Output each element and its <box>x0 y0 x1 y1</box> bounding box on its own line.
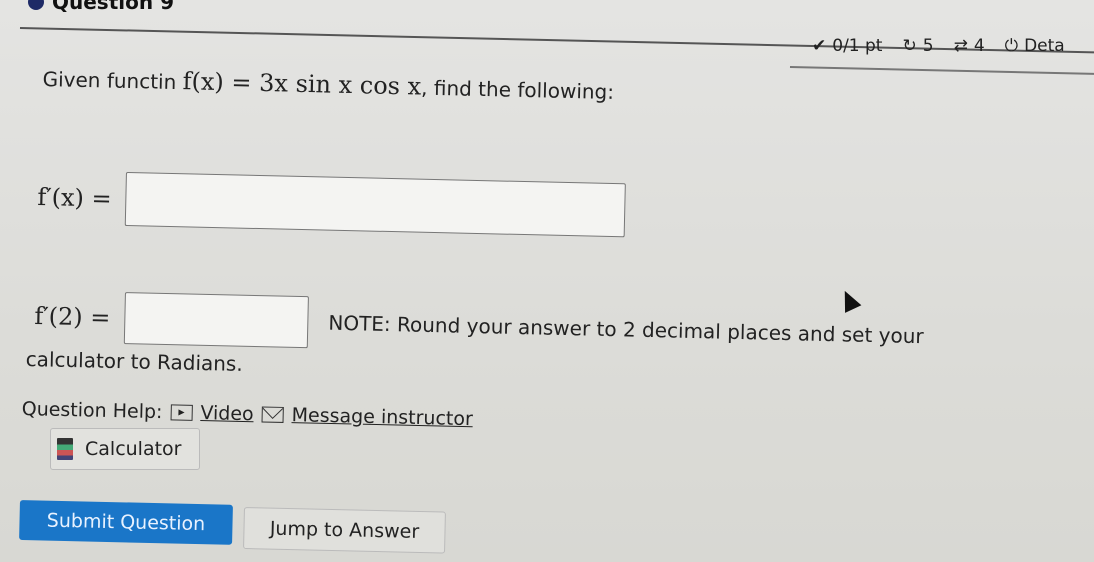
message-instructor-link[interactable]: Message instructor <box>291 404 473 430</box>
prompt-text-before: Given functin <box>42 66 177 95</box>
submit-question-button[interactable]: Submit Question <box>19 500 233 545</box>
score-text: 0/1 pt <box>832 36 883 56</box>
video-link[interactable]: Video <box>200 402 254 425</box>
derivative-answer-input[interactable] <box>125 172 627 238</box>
question-status-dot-icon <box>28 0 44 10</box>
question-help: Question Help: ▶ Video Message instructo… <box>22 398 474 430</box>
details-icon[interactable]: ⏻ <box>1005 36 1018 56</box>
video-play-icon: ▶ <box>170 404 193 421</box>
submissions-count: 4 <box>973 36 985 56</box>
envelope-icon <box>261 406 284 423</box>
prompt-text-after: , find the following: <box>420 75 615 104</box>
submissions-icon: ⇄ <box>953 36 968 56</box>
question-title: Question 9 <box>52 0 174 14</box>
meta-divider <box>789 66 1094 75</box>
derivative-at-2-answer-input[interactable] <box>123 292 310 349</box>
calculator-icon <box>57 438 73 460</box>
retries-count: 5 <box>922 36 934 56</box>
calculator-label: Calculator <box>85 438 182 460</box>
question-prompt: Given functin f(x) = 3x sin x cos x, fin… <box>42 64 614 105</box>
question-header: Question 9 <box>28 0 174 14</box>
derivative-label: f′(x) = <box>37 182 113 213</box>
question-help-label: Question Help: <box>21 398 163 424</box>
part-derivative: f′(x) = <box>37 170 627 238</box>
note-line-2: calculator to Radians. <box>25 347 244 376</box>
jump-to-answer-button[interactable]: Jump to Answer <box>243 507 446 554</box>
function-expression: f(x) = 3x sin x cos x <box>182 67 422 101</box>
score-checkbox-icon: ✔ <box>812 36 827 56</box>
retry-icon: ↻ <box>902 36 917 56</box>
details-link[interactable]: Deta <box>1024 36 1065 56</box>
derivative-at-2-label: f′(2) = <box>34 301 111 332</box>
note-line-1: NOTE: Round your answer to 2 decimal pla… <box>328 310 924 349</box>
question-meta: ✔ 0/1 pt ↻ 5 ⇄ 4 ⏻ Deta <box>812 36 1065 56</box>
calculator-button[interactable]: Calculator <box>50 428 200 470</box>
